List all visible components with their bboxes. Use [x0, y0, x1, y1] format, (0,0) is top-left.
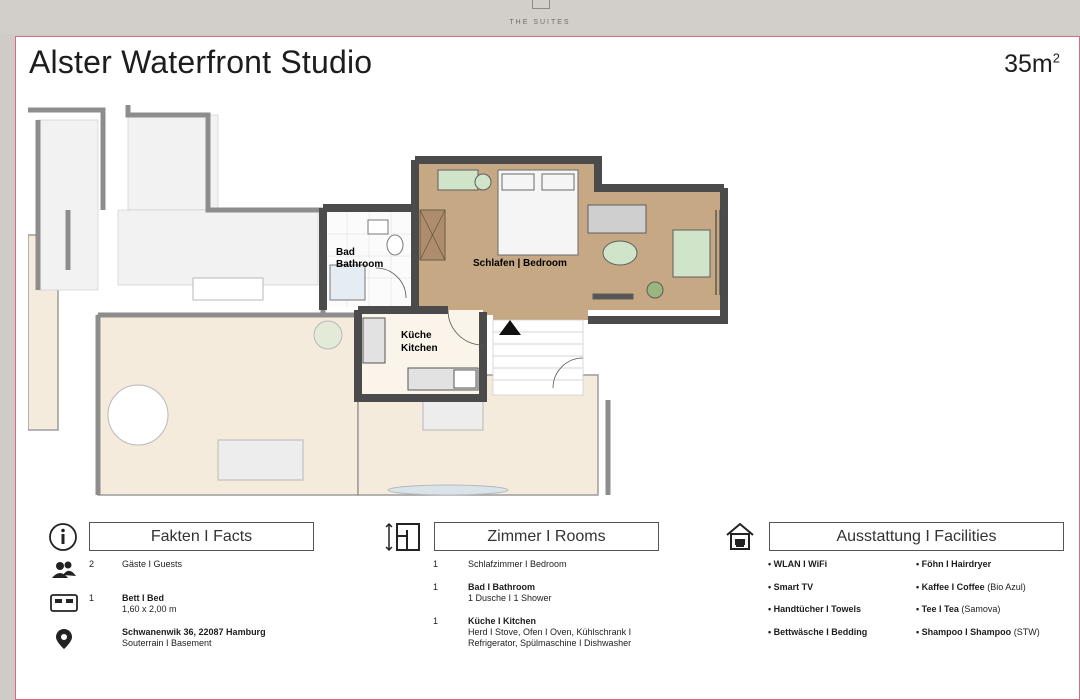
facility-bedding: • Bettwäsche I Bedding	[768, 627, 867, 637]
facts-address: Schwanenwik 36, 22087 Hamburg	[122, 627, 266, 637]
rooms-kitchen-detail-1: Herd I Stove, Ofen I Oven, Kühlschrank I	[468, 627, 632, 637]
facility-wifi-label: WLAN I WiFi	[773, 559, 828, 569]
rooms-bedroom-label: Schlafzimmer I Bedroom	[468, 559, 567, 569]
location-pin-icon	[56, 629, 72, 649]
page-title: Alster Waterfront Studio	[29, 44, 373, 80]
facility-wifi: • WLAN I WiFi	[768, 559, 827, 569]
rooms-kitchen-label: Küche I Kitchen	[468, 616, 537, 626]
bullet: •	[916, 627, 920, 637]
area-value: 35m	[1004, 50, 1053, 78]
facts-bed-size: 1,60 x 2,00 m	[122, 604, 177, 614]
facility-coffee: • Kaffee I Coffee (Bio Azul)	[916, 582, 1026, 592]
facts-floor-level: Souterrain I Basement	[122, 638, 212, 648]
facility-tea-label: Tee I Tea	[921, 604, 959, 614]
facility-hairdryer-label: Föhn I Hairdryer	[921, 559, 992, 569]
rooms-kitchen-detail-2: Refrigerator, Spülmaschine I Dishwasher	[468, 638, 632, 648]
kitchen-label-de: Küche	[401, 330, 432, 341]
facility-smart-tv: • Smart TV	[768, 582, 813, 592]
kitchen-label-en: Kitchen	[401, 343, 438, 354]
area-unit-exponent: 2	[1052, 50, 1060, 66]
top-bar: THE SUITES	[0, 0, 1080, 34]
bath-label-en: Bathroom	[336, 259, 383, 270]
facility-bedding-label: Bettwäsche I Bedding	[773, 627, 868, 637]
facility-coffee-label: Kaffee I Coffee	[921, 582, 985, 592]
facility-tea-note: (Samova)	[961, 604, 1001, 614]
bed	[497, 169, 579, 256]
facility-smart-tv-label: Smart TV	[773, 582, 814, 592]
facility-shampoo-label: Shampoo I Shampoo	[921, 627, 1012, 637]
facts-header: Fakten I Facts	[89, 522, 314, 551]
brand-name: THE SUITES	[509, 19, 571, 26]
bullet: •	[768, 604, 772, 614]
rooms-bathroom-count: 1	[433, 582, 439, 592]
floorplan-icon	[385, 522, 420, 552]
facts-bed-label: Bett I Bed	[122, 593, 165, 603]
info-icon	[49, 523, 77, 551]
facility-towels-label: Handtücher I Towels	[773, 604, 862, 614]
house-icon	[726, 522, 754, 550]
facts-guests-count: 2	[89, 559, 95, 569]
rooms-bathroom-detail: 1 Dusche I 1 Shower	[468, 593, 552, 603]
bullet: •	[916, 582, 920, 592]
facts-bed-count: 1	[89, 593, 95, 603]
bullet: •	[916, 604, 920, 614]
guests-icon	[52, 561, 76, 578]
facility-shampoo: • Shampoo I Shampoo (STW)	[916, 627, 1040, 637]
rooms-bathroom-label: Bad I Bathroom	[468, 582, 536, 592]
bath-label-de: Bad	[336, 247, 355, 258]
brand-logo-icon	[532, 0, 550, 9]
rooms-header: Zimmer I Rooms	[434, 522, 659, 551]
bullet: •	[768, 582, 772, 592]
facility-tea: • Tee I Tea (Samova)	[916, 604, 1000, 614]
bullet: •	[916, 559, 920, 569]
rooms-bedroom-count: 1	[433, 559, 439, 569]
bedroom-label: Schlafen | Bedroom	[473, 258, 567, 269]
facilities-header: Ausstattung I Facilities	[769, 522, 1064, 551]
facts-guests-label: Gäste I Guests	[122, 559, 183, 569]
rooms-kitchen-count: 1	[433, 616, 439, 626]
facility-hairdryer: • Föhn I Hairdryer	[916, 559, 991, 569]
facility-coffee-note: (Bio Azul)	[987, 582, 1026, 592]
floor-plan: Bad Bathroom Schlafen | Bedroom Küche Ki…	[28, 105, 728, 496]
bed-icon	[50, 594, 78, 612]
facility-towels: • Handtücher I Towels	[768, 604, 861, 614]
neighbor-bathroom-tiles	[37, 114, 319, 291]
facility-shampoo-note: (STW)	[1013, 627, 1040, 637]
bullet: •	[768, 559, 772, 569]
apartment-area: 35m2	[1004, 50, 1060, 79]
bullet: •	[768, 627, 772, 637]
